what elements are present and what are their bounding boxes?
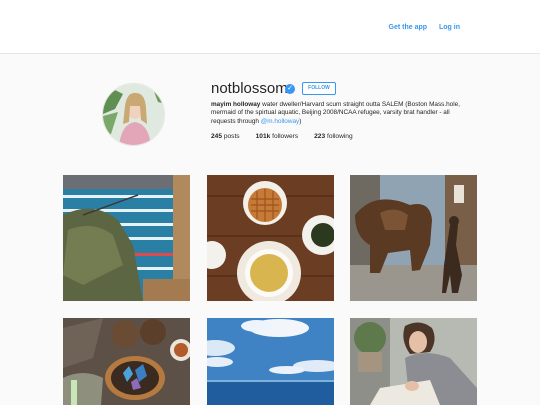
log-in-link[interactable]: Log in bbox=[439, 24, 460, 31]
follow-button[interactable]: FOLLOW bbox=[302, 82, 336, 95]
following-label: following bbox=[325, 133, 353, 140]
posts-label: posts bbox=[222, 133, 240, 140]
profile-username: notblossom bbox=[211, 80, 288, 97]
followers-stat[interactable]: 101k followers bbox=[256, 133, 299, 140]
bio-mention-link[interactable]: @m.holloway bbox=[261, 118, 299, 125]
profile-bio: mayim holloway water dweller/Harvard scu… bbox=[211, 101, 461, 126]
posts-stat: 245 posts bbox=[211, 133, 240, 140]
bio-end: ) bbox=[299, 117, 302, 125]
post-thumbnail[interactable] bbox=[63, 318, 190, 405]
posts-count: 245 bbox=[211, 133, 223, 140]
following-stat[interactable]: 223 following bbox=[314, 133, 353, 140]
avatar[interactable] bbox=[102, 83, 165, 146]
top-bar: Get the app Log in bbox=[0, 0, 540, 54]
check-badge-icon: ✓ bbox=[285, 84, 295, 94]
following-count: 223 bbox=[314, 133, 326, 140]
post-thumbnail[interactable] bbox=[350, 318, 477, 405]
post-thumbnail[interactable] bbox=[63, 175, 190, 301]
post-thumbnail[interactable] bbox=[207, 175, 334, 301]
followers-count: 101k bbox=[255, 133, 271, 140]
post-thumbnail[interactable] bbox=[350, 175, 477, 301]
profile-full-name: mayim holloway bbox=[211, 101, 261, 108]
top-nav: Get the app Log in bbox=[379, 24, 460, 31]
profile-stats: 245 posts 101k followers 223 following bbox=[211, 133, 353, 140]
post-thumbnail[interactable] bbox=[207, 318, 334, 405]
followers-label: followers bbox=[270, 133, 299, 140]
get-app-link[interactable]: Get the app bbox=[389, 24, 428, 31]
